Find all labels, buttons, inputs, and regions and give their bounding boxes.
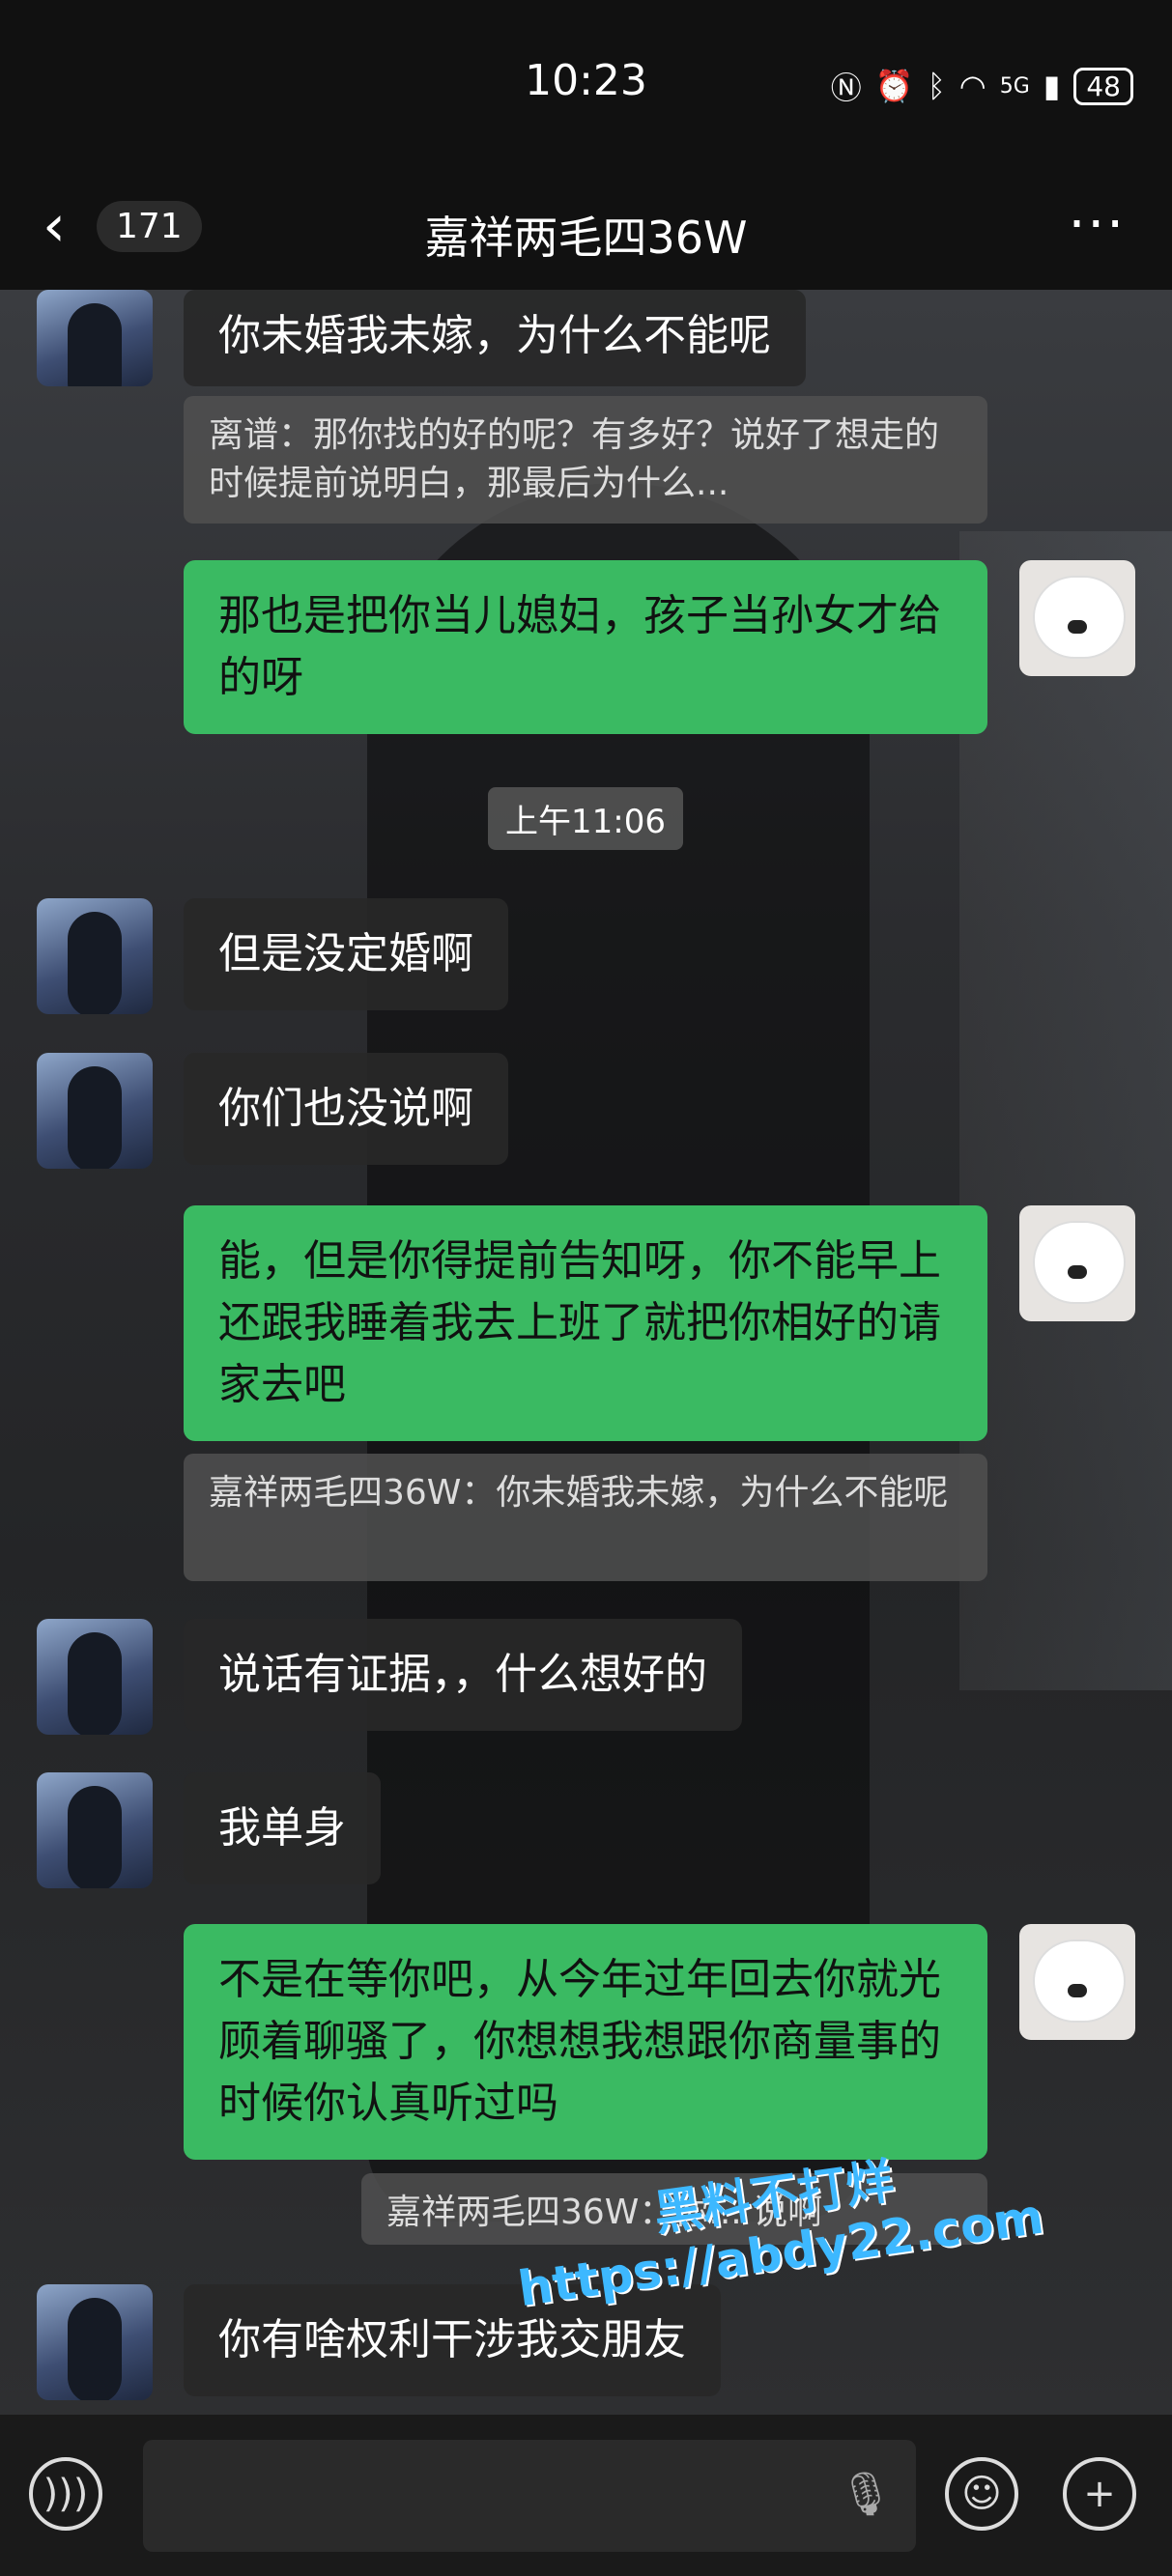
nfc-icon: Ⓝ [830, 70, 862, 106]
message-bubble-outgoing[interactable]: 那也是把你当儿媳妇，孩子当孙女才给的呀 [184, 560, 987, 734]
message-bubble-outgoing[interactable]: 能，但是你得提前告知呀，你不能早上还跟我睡着我去上班了就把你相好的请家去吧 [184, 1205, 987, 1441]
message-bubble-incoming[interactable]: 你未婚我未嫁，为什么不能呢 [184, 290, 806, 386]
message-bubble-incoming[interactable]: 你们也没说啊 [184, 1053, 508, 1165]
emoji-icon[interactable]: ☺ [945, 2457, 1018, 2531]
message-bubble-incoming[interactable]: 你有啥权利干涉我交朋友 [184, 2284, 721, 2396]
polar-bear-face [1033, 1221, 1126, 1304]
contact-avatar[interactable] [37, 1772, 153, 1888]
status-bar: 10:23 Ⓝ ⏰ ᛒ ◠ 5G ▮ 48 [0, 0, 1172, 174]
alarm-icon: ⏰ [874, 68, 914, 104]
voice-icon[interactable]: ))) [29, 2457, 102, 2531]
background-clothes-rack [959, 531, 1172, 1690]
chat-header: ‹ 171 嘉祥两毛四36W ··· [0, 174, 1172, 290]
message-bubble-outgoing[interactable]: 不是在等你吧，从今年过年回去你就光顾着聊骚了，你想想我想跟你商量事的时候你认真听… [184, 1924, 987, 2160]
signal-icon: ▮ [1043, 68, 1061, 104]
input-bar: ))) 🎙 ☺ + [0, 2415, 1172, 2576]
polar-bear-face [1033, 576, 1126, 659]
wifi-icon: ◠ [958, 68, 986, 104]
message-input[interactable] [143, 2440, 916, 2552]
my-avatar[interactable] [1019, 560, 1135, 676]
mic-icon[interactable]: 🎙 [839, 2469, 893, 2519]
more-dots-icon[interactable]: ··· [1069, 193, 1126, 256]
message-bubble-incoming[interactable]: 我单身 [184, 1772, 381, 1884]
quoted-reply[interactable]: 离谱：那你找的好的呢？有多好？说好了想走的时候提前说明白，那最后为什么... [184, 396, 987, 524]
contact-avatar[interactable] [37, 1053, 153, 1169]
battery-indicator: 48 [1073, 67, 1133, 105]
network-label: 5G [999, 73, 1030, 99]
chat-title: 嘉祥两毛四36W [424, 212, 748, 264]
polar-bear-face [1033, 1939, 1126, 2023]
plus-icon[interactable]: + [1063, 2457, 1136, 2531]
bluetooth-icon: ᛒ [927, 68, 946, 104]
message-bubble-incoming[interactable]: 但是没定婚啊 [184, 898, 508, 1010]
my-avatar[interactable] [1019, 1924, 1135, 2040]
my-avatar[interactable] [1019, 1205, 1135, 1321]
time-divider: 上午11:06 [488, 787, 683, 850]
contact-avatar[interactable] [37, 1619, 153, 1735]
contact-avatar[interactable] [37, 2284, 153, 2400]
contact-avatar[interactable] [37, 898, 153, 1014]
contact-avatar[interactable] [37, 290, 153, 386]
quoted-reply[interactable]: 嘉祥两毛四36W：你未婚我未嫁，为什么不能呢 [184, 1454, 987, 1581]
message-bubble-incoming[interactable]: 说话有证据，，什么想好的 [184, 1619, 742, 1731]
status-icons: Ⓝ ⏰ ᛒ ◠ 5G ▮ 48 [831, 64, 1133, 108]
